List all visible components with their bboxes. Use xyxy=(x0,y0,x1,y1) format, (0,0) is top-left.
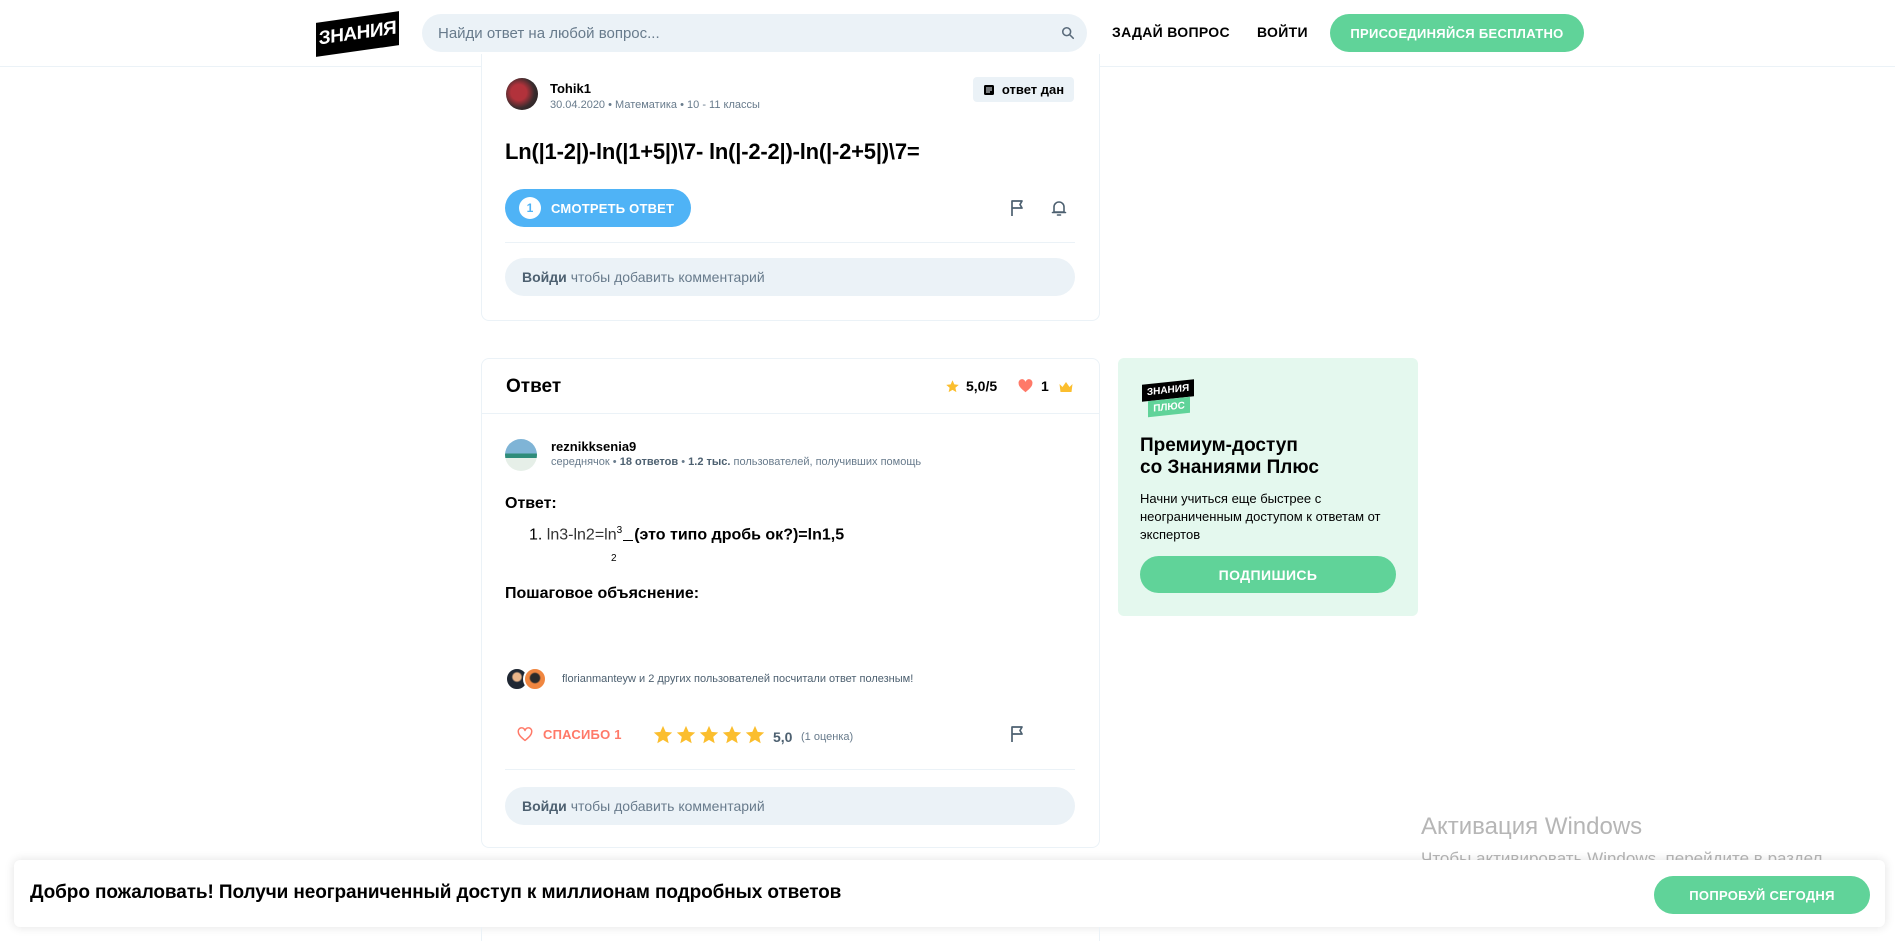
fraction-numerator: 3 xyxy=(616,525,623,536)
promo-description: Начни учиться еще быстрее с неограниченн… xyxy=(1140,491,1381,542)
logo-text: ЗНАНИЯ xyxy=(318,17,397,50)
report-flag-icon[interactable] xyxy=(1008,724,1028,744)
answered-badge: ответ дан xyxy=(973,77,1074,102)
subscribe-button[interactable]: ПОДПИШИСЬ xyxy=(1140,556,1396,593)
comment-input[interactable]: Войди чтобы добавить комментарий xyxy=(505,787,1075,825)
rating-score: 5,0 xyxy=(773,729,793,745)
answer-author-meta: середнячок • 18 ответов • 1.2 тыс. польз… xyxy=(551,456,921,468)
thanks-button[interactable]: СПАСИБО 1 xyxy=(517,727,622,742)
join-free-button[interactable]: ПРИСОЕДИНЯЙСЯ БЕСПЛАТНО xyxy=(1330,14,1584,52)
question-date: 30.04.2020 xyxy=(550,99,606,111)
search-bar xyxy=(422,14,1087,52)
search-input[interactable] xyxy=(438,14,1038,52)
report-flag-icon[interactable] xyxy=(1008,198,1028,218)
answer-card: Ответ 5,0/5 1 reznikksenia9 середнячок •… xyxy=(481,358,1100,848)
rating-star-icon[interactable] xyxy=(698,724,720,746)
view-answer-label: СМОТРЕТЬ ОТВЕТ xyxy=(551,200,675,216)
heart-icon xyxy=(1018,379,1033,393)
answer-title: Ответ xyxy=(506,376,562,397)
answer-author-avatar[interactable] xyxy=(505,439,537,471)
question-grade: 10 - 11 классы xyxy=(687,99,760,111)
answer-line: 1. ln3-ln2=ln3 (это типо дробь ок?)=ln1,5 xyxy=(529,525,844,544)
znania-logo[interactable]: ЗНАНИЯ xyxy=(316,11,399,57)
welcome-banner: Добро пожаловать! Получи неограниченный … xyxy=(14,860,1885,927)
fraction-bar xyxy=(623,540,634,542)
search-icon[interactable] xyxy=(1061,26,1075,40)
comment-input[interactable]: Войди чтобы добавить комментарий xyxy=(505,258,1075,296)
user-avatar xyxy=(523,667,547,691)
page: ЗНАНИЯ ЗАДАЙ ВОПРОС ВОЙТИ ПРИСОЕДИНЯЙСЯ … xyxy=(0,0,1895,941)
question-author-avatar[interactable] xyxy=(506,78,538,110)
znania-plus-logo: ЗНАНИЯ ПЛЮС xyxy=(1142,379,1194,418)
useful-users-text: florianmanteyw и 2 других пользователей … xyxy=(562,673,914,685)
author-helped-count: 1.2 тыс. xyxy=(688,456,731,468)
answered-badge-label: ответ дан xyxy=(1001,82,1065,97)
divider xyxy=(505,769,1075,770)
try-today-button[interactable]: ПОПРОБУЙ СЕГОДНЯ xyxy=(1654,876,1870,914)
explanation-label: Пошаговое объяснение: xyxy=(505,585,700,602)
star-icon xyxy=(946,379,959,392)
follow-bell-icon[interactable] xyxy=(1049,198,1069,218)
question-card: Tohik1 30.04.2020 • Математика • 10 - 11… xyxy=(481,54,1100,321)
rating-star-icon[interactable] xyxy=(744,724,766,746)
next-card-edge xyxy=(481,927,1100,941)
answers-count: 1 xyxy=(519,197,541,219)
useful-users-avatars[interactable] xyxy=(505,667,549,691)
meta-separator: • xyxy=(680,99,688,111)
answer-likes-count: 1 xyxy=(1041,378,1049,394)
question-text: Ln(|1-2|)-ln(|1+5|)\7- ln(|-2-2|)-ln(|-2… xyxy=(505,139,920,164)
answer-rating: 5,0/5 xyxy=(945,378,997,394)
answer-label: Ответ: xyxy=(505,495,557,512)
rating-star-icon[interactable] xyxy=(652,724,674,746)
heart-outline-icon xyxy=(517,727,533,742)
author-helped-text: пользователей, получивших помощь xyxy=(733,456,922,468)
author-answers-count: 18 ответов xyxy=(619,456,679,468)
question-meta: 30.04.2020 • Математика • 10 - 11 классы xyxy=(550,99,760,111)
divider xyxy=(505,242,1075,243)
answer-author-name[interactable]: reznikksenia9 xyxy=(551,439,636,454)
comment-prompt: чтобы добавить комментарий xyxy=(570,798,765,814)
ask-question-link[interactable]: ЗАДАЙ ВОПРОС xyxy=(1112,24,1230,40)
author-rank: середнячок xyxy=(551,456,610,468)
logo-line-2: ПЛЮС xyxy=(1148,396,1190,418)
promo-title-line-1: Премиум-доступ xyxy=(1140,435,1298,456)
answer-header: Ответ 5,0/5 1 xyxy=(482,359,1099,414)
comment-login-link[interactable]: Войди xyxy=(522,798,567,814)
promo-title: Премиум-доступ со Знаниями Плюс xyxy=(1140,435,1400,479)
comment-login-link[interactable]: Войди xyxy=(522,269,567,285)
answer-formula-plain: ln3-ln2=ln xyxy=(546,526,617,544)
answer-rating-value: 5,0/5 xyxy=(966,378,998,394)
view-answer-button[interactable]: 1 СМОТРЕТЬ ОТВЕТ xyxy=(505,189,691,227)
answer-list-icon xyxy=(983,84,994,95)
crown-icon xyxy=(1059,382,1073,392)
thanks-label: СПАСИБО 1 xyxy=(543,727,622,742)
premium-promo: ЗНАНИЯ ПЛЮС Премиум-доступ со Знаниями П… xyxy=(1118,358,1418,616)
rating-star-icon[interactable] xyxy=(721,724,743,746)
list-number: 1. xyxy=(529,526,543,544)
login-link[interactable]: ВОЙТИ xyxy=(1257,24,1308,40)
meta-separator: • xyxy=(612,456,620,468)
question-author-name[interactable]: Tohik1 xyxy=(550,81,591,96)
windows-activation-title: Активация Windows xyxy=(1421,813,1643,840)
question-subject[interactable]: Математика xyxy=(615,99,677,111)
fraction-denominator: 2 xyxy=(611,553,617,564)
answer-likes: 1 xyxy=(1018,378,1049,394)
promo-title-line-2: со Знаниями Плюс xyxy=(1140,457,1319,478)
comment-prompt: чтобы добавить комментарий xyxy=(570,269,765,285)
rating-count: (1 оценка) xyxy=(801,731,854,743)
meta-separator: • xyxy=(608,99,616,111)
rating-star-icon[interactable] xyxy=(675,724,697,746)
welcome-banner-text: Добро пожаловать! Получи неограниченный … xyxy=(30,882,842,903)
rating-stars[interactable] xyxy=(652,724,766,746)
answer-formula-bold: (это типо дробь ок?)=ln1,5 xyxy=(634,526,845,544)
